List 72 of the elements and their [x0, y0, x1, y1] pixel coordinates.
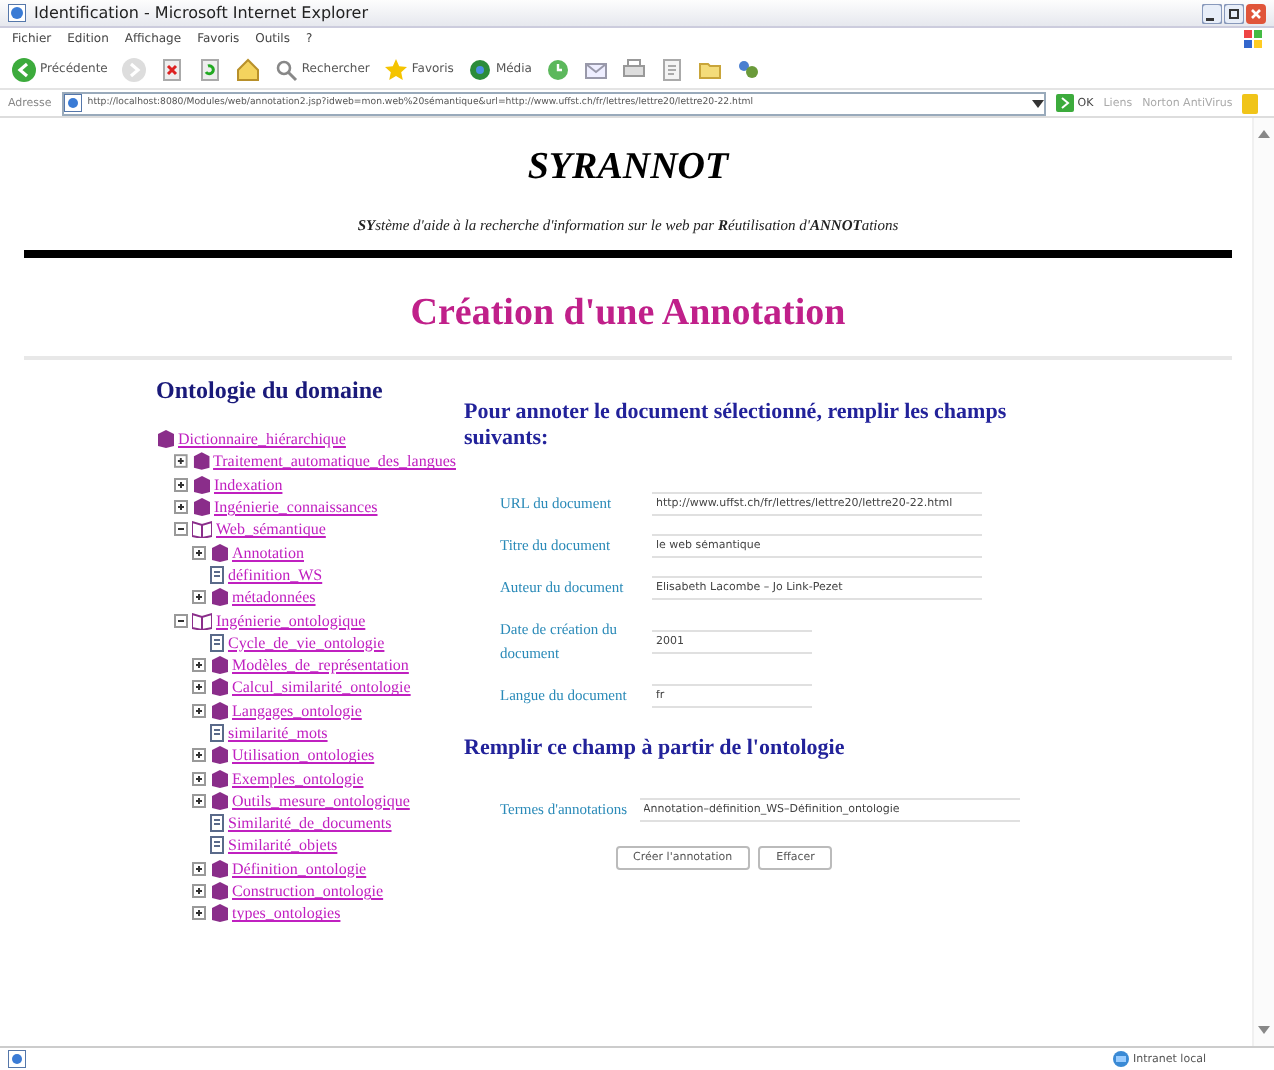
tree-link[interactable]: Annotation — [232, 543, 304, 562]
browser-icon — [8, 4, 26, 22]
open-book-icon — [192, 520, 212, 539]
page-icon — [210, 565, 224, 584]
expand-icon[interactable] — [174, 477, 188, 492]
page-icon — [210, 836, 224, 855]
tree-link[interactable]: Modèles_de_représentation — [232, 656, 409, 675]
minimize-button[interactable] — [1202, 3, 1222, 23]
tree-link[interactable]: Outils_mesure_ontologique — [232, 791, 410, 810]
tree-link[interactable]: Ingénierie_connaissances — [214, 498, 378, 517]
tree-link[interactable]: similarité_mots — [228, 724, 328, 742]
mail-icon[interactable] — [583, 57, 608, 81]
scroll-down-icon[interactable] — [1258, 1026, 1270, 1034]
scroll-up-icon[interactable] — [1258, 130, 1270, 138]
expand-icon[interactable] — [192, 748, 206, 763]
form-heading: Pour annoter le document sélectionné, remplir les champs suivants: — [464, 400, 1009, 452]
window-title: Identification - Microsoft Internet Explorer — [34, 4, 370, 22]
tree-link[interactable]: Langages_ontologie — [232, 701, 362, 720]
messenger-icon[interactable] — [735, 57, 760, 81]
tree-link[interactable]: Construction_ontologie — [232, 882, 384, 901]
form-heading: Remplir ce champ à partir de l'ontologie — [464, 736, 847, 762]
page-heading: Création d'une Annotation — [408, 292, 848, 336]
tree-link[interactable]: définition_WS — [228, 565, 323, 584]
tree-link[interactable]: types_ontologies — [232, 904, 341, 923]
expand-icon[interactable] — [192, 861, 206, 876]
dropdown-caret-icon[interactable] — [1031, 99, 1044, 107]
expand-icon[interactable] — [192, 658, 206, 673]
expand-icon[interactable] — [192, 884, 206, 899]
search-icon — [273, 57, 298, 81]
media-icon — [467, 57, 492, 81]
tree-link[interactable]: Cycle_de_vie_ontologie — [228, 633, 385, 652]
tree-link[interactable]: Ingénierie_ontologique — [216, 611, 366, 630]
stop-icon[interactable] — [159, 57, 184, 81]
close-button[interactable] — [1246, 3, 1266, 23]
expand-icon[interactable] — [192, 906, 206, 921]
printer-icon[interactable] — [621, 57, 646, 81]
expand-icon[interactable] — [192, 680, 206, 695]
expand-icon[interactable] — [192, 590, 206, 605]
expand-icon[interactable] — [174, 454, 188, 469]
expand-icon[interactable] — [174, 500, 188, 515]
page-icon — [210, 724, 224, 742]
tree-link[interactable]: Calcul_similarité_ontologie — [232, 678, 411, 697]
expand-icon[interactable] — [192, 703, 206, 718]
intranet-icon — [1111, 1050, 1129, 1068]
home-icon[interactable] — [235, 57, 260, 81]
open-book-icon — [192, 611, 212, 630]
restore-button[interactable] — [1224, 3, 1244, 23]
refresh-icon[interactable] — [197, 57, 222, 81]
page-icon — [210, 814, 224, 833]
expand-icon[interactable] — [192, 793, 206, 808]
page-icon — [8, 1050, 26, 1068]
tree-link[interactable]: Similarité_de_documents — [228, 814, 392, 833]
tree-link[interactable]: métadonnées — [232, 588, 316, 607]
expand-icon[interactable] — [192, 545, 206, 560]
tree-link[interactable]: Exemples_ontologie — [232, 769, 364, 788]
tree-link[interactable]: Traitement_automatique_des_langues — [213, 452, 456, 471]
collapse-icon[interactable] — [174, 613, 188, 628]
go-arrow-icon — [1055, 94, 1074, 112]
site-title: SYRANNOT — [525, 146, 732, 190]
tree-link[interactable]: Dictionnaire_hiérarchique — [178, 430, 346, 449]
page-icon — [210, 633, 224, 652]
tree-link[interactable]: Définition_ontologie — [232, 859, 367, 878]
tree-link[interactable]: Web_sémantique — [216, 520, 326, 539]
collapse-icon[interactable] — [174, 522, 188, 537]
page-icon — [63, 94, 82, 112]
tree-link[interactable]: Utilisation_ontologies — [232, 746, 375, 765]
windows-logo-icon — [1244, 30, 1262, 48]
expand-icon[interactable] — [192, 771, 206, 786]
ontology-title: Ontologie du domaine — [156, 376, 385, 406]
star-icon — [383, 57, 408, 81]
tree-link[interactable]: Indexation — [214, 475, 283, 494]
tree-link[interactable]: Similarité_objets — [228, 836, 338, 855]
